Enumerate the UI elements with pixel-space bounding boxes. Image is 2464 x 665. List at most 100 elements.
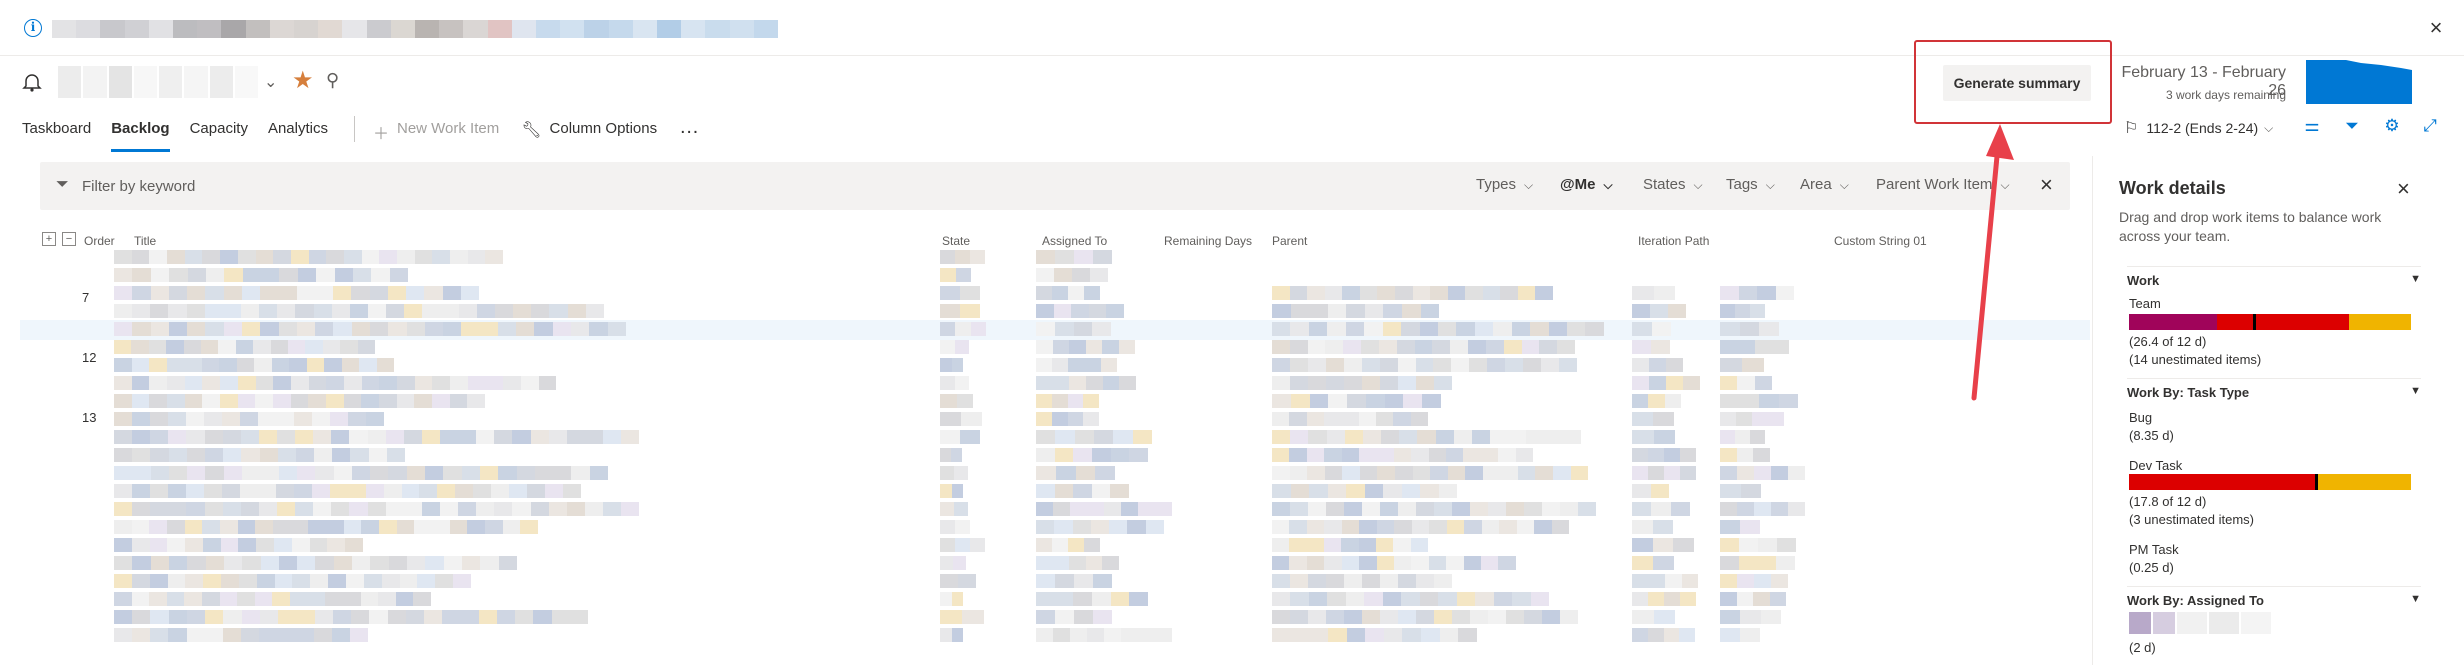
redacted-cell: [940, 628, 963, 642]
redacted-cell: [940, 304, 980, 318]
tab-bar: Taskboard Backlog Capacity Analytics ＋ N…: [22, 116, 701, 156]
filter-types-dropdown[interactable]: Types ⌵: [1476, 176, 1533, 193]
close-icon[interactable]: ×: [2397, 176, 2410, 202]
chevron-down-icon: ⌵: [2264, 120, 2274, 135]
section-work-label: Work: [2127, 273, 2160, 288]
team-members-icon[interactable]: ⚲: [326, 70, 339, 91]
chevron-down-icon[interactable]: ⌄: [264, 72, 277, 92]
close-icon[interactable]: ×: [2422, 14, 2450, 42]
column-assigned-to[interactable]: Assigned To: [1042, 234, 1107, 248]
column-state[interactable]: State: [942, 234, 970, 248]
redacted-cell: [1036, 448, 1149, 462]
redacted-cell: [940, 322, 986, 336]
section-task-type-label: Work By: Task Type: [2127, 385, 2250, 400]
redacted-cell: [114, 628, 368, 642]
expand-all-icon[interactable]: +: [42, 232, 56, 246]
more-actions-icon[interactable]: …: [679, 116, 701, 139]
section-work[interactable]: Work ▼: [2127, 266, 2421, 288]
redacted-cell: [1720, 394, 1798, 408]
column-order[interactable]: Order: [84, 234, 115, 248]
generate-summary-button[interactable]: Generate summary: [1943, 65, 2091, 101]
column-title[interactable]: Title: [134, 234, 156, 248]
redacted-cell: [1272, 394, 1442, 408]
dev-task-capacity-bar: [2129, 474, 2411, 490]
view-options-icon[interactable]: ⚌: [2300, 114, 2324, 138]
redacted-cell: [1632, 484, 1669, 498]
team-value: (26.4 of 12 d): [2129, 334, 2207, 349]
redacted-cell: [1036, 556, 1119, 570]
collapse-all-icon[interactable]: −: [62, 232, 76, 246]
filter-tags-dropdown[interactable]: Tags ⌵: [1726, 176, 1775, 193]
caret-down-icon: ▼: [2410, 593, 2421, 605]
redacted-cell: [114, 412, 384, 426]
redacted-cell: [114, 430, 640, 444]
panel-title: Work details: [2119, 178, 2226, 198]
section-assigned-to[interactable]: Work By: Assigned To ▼: [2127, 586, 2421, 608]
redacted-cell: [940, 376, 969, 390]
info-icon: i: [24, 19, 42, 37]
redacted-cell: [1272, 376, 1452, 390]
filter-states-dropdown[interactable]: States ⌵: [1643, 176, 1703, 193]
annotation-arrow: [1971, 124, 2014, 401]
filter-types-label: Types: [1476, 176, 1517, 193]
column-parent[interactable]: Parent: [1272, 234, 1307, 248]
redacted-cell: [1272, 556, 1516, 570]
filter-area-dropdown[interactable]: Area ⌵: [1800, 176, 1849, 193]
fullscreen-icon[interactable]: ⤢: [2418, 114, 2442, 138]
column-custom-string[interactable]: Custom String 01: [1834, 234, 1927, 248]
iteration-label: 112-2 (Ends 2-24): [2146, 120, 2259, 136]
settings-icon[interactable]: ⚙: [2380, 114, 2404, 138]
filter-bar: ⏷ Types⌵ @Me⌵ States⌵ Tags⌵ Area⌵ Parent…: [40, 162, 2070, 210]
redacted-cell: [1272, 358, 1577, 372]
filter-area-label: Area: [1800, 176, 1832, 193]
redacted-cell: [114, 250, 504, 264]
iteration-picker[interactable]: ⚐ 112-2 (Ends 2-24) ⌵: [2124, 116, 2273, 140]
redacted-cell: [1720, 556, 1795, 570]
tab-analytics[interactable]: Analytics: [268, 116, 328, 152]
new-work-item-label: New Work Item: [396, 120, 500, 137]
redacted-cell: [1036, 574, 1112, 588]
column-options-label: Column Options: [549, 120, 658, 137]
redacted-cell: [1036, 430, 1152, 444]
redacted-cell: [1632, 466, 1696, 480]
tab-taskboard[interactable]: Taskboard: [22, 116, 91, 152]
redacted-cell: [114, 610, 589, 624]
column-options-button[interactable]: 🔧︎ Column Options: [521, 116, 657, 140]
redacted-cell: [1632, 394, 1681, 408]
filter-tags-label: Tags: [1726, 176, 1758, 193]
panel-description: Drag and drop work items to balance work…: [2119, 209, 2382, 244]
filter-icon[interactable]: ⏷: [2340, 114, 2364, 138]
redacted-cell: [1036, 322, 1111, 336]
new-work-item-button[interactable]: ＋ New Work Item: [373, 116, 499, 144]
tab-backlog[interactable]: Backlog: [111, 116, 170, 152]
team-bell-icon[interactable]: [20, 70, 44, 94]
redacted-cell: [1632, 376, 1700, 390]
column-remaining-days[interactable]: Remaining Days: [1164, 234, 1252, 248]
pm-task-label: PM Task: [2129, 542, 2179, 557]
clear-filter-icon[interactable]: ×: [2040, 172, 2053, 198]
redacted-cell: [940, 610, 984, 624]
redacted-cell: [1632, 430, 1675, 444]
section-assigned-to-label: Work By: Assigned To: [2127, 593, 2264, 608]
section-task-type[interactable]: Work By: Task Type ▼: [2127, 378, 2421, 400]
redacted-cell: [940, 268, 971, 282]
plus-icon: ＋: [372, 126, 389, 143]
filter-me-dropdown[interactable]: @Me ⌵: [1560, 176, 1613, 193]
redacted-cell: [1272, 466, 1589, 480]
redacted-cell: [114, 340, 376, 354]
redacted-cell: [1036, 340, 1135, 354]
tab-capacity[interactable]: Capacity: [190, 116, 248, 152]
redacted-cell: [1036, 484, 1129, 498]
column-iteration-path[interactable]: Iteration Path: [1638, 234, 1709, 248]
team-name-redacted[interactable]: [58, 66, 258, 98]
star-icon[interactable]: ★: [292, 66, 314, 95]
filter-keyword-input[interactable]: [82, 170, 582, 202]
redacted-cell: [114, 466, 609, 480]
burndown-chart[interactable]: [2306, 60, 2412, 104]
redacted-cell: [940, 430, 980, 444]
redacted-cell: [1036, 394, 1099, 408]
iteration-icon: ⚐: [2124, 120, 2139, 137]
redacted-cell: [940, 520, 970, 534]
redacted-cell: [1632, 556, 1674, 570]
redacted-cell: [1272, 448, 1534, 462]
